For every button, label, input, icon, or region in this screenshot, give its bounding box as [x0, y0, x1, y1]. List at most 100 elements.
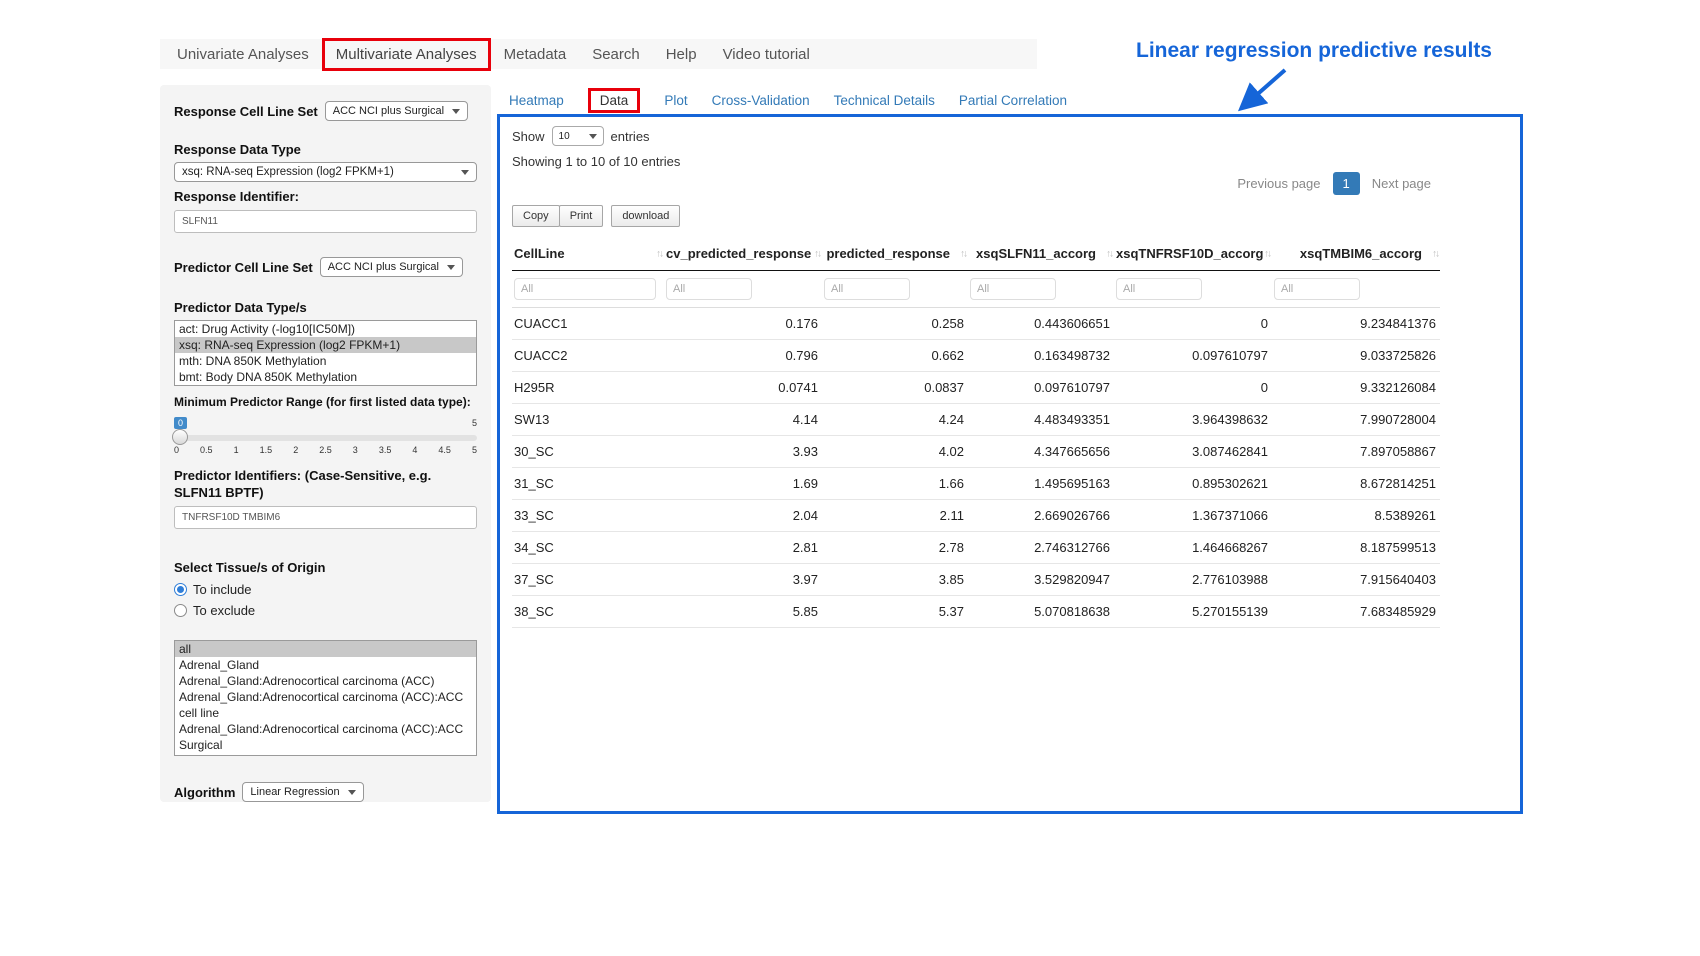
cell-value: 1.367371066 [1114, 500, 1272, 532]
result-tabs: Heatmap Data Plot Cross-Validation Technical… [497, 86, 1523, 114]
print-button[interactable]: Print [559, 205, 604, 227]
slider-tick-label: 1.5 [260, 445, 273, 455]
tab-partial-correlation[interactable]: Partial Correlation [959, 93, 1067, 108]
response-data-type-select[interactable]: xsq: RNA-seq Expression (log2 FPKM+1) [174, 162, 477, 182]
column-header-label: xsqTNFRSF10D_accorg [1116, 246, 1263, 261]
slider-handle[interactable] [172, 429, 188, 445]
column-header-label: xsqSLFN11_accorg [976, 246, 1096, 261]
predictor-identifiers-group: Predictor Identifiers: (Case-Sensitive, … [174, 467, 477, 529]
filter-input-xsqtnfrsf10d-accorg[interactable] [1116, 278, 1202, 300]
response-cell-line-set-group: Response Cell Line Set ACC NCI plus Surg… [174, 101, 477, 121]
next-page-button[interactable]: Next page [1363, 171, 1440, 196]
algorithm-select[interactable]: Linear Regression [242, 782, 363, 802]
sort-icon: ↑↓ [1264, 248, 1270, 259]
filter-input-cellline[interactable] [514, 278, 656, 300]
cell-value: 2.81 [664, 532, 822, 564]
filter-input-xsqtmbim6-accorg[interactable] [1274, 278, 1360, 300]
tab-cross-validation[interactable]: Cross-Validation [712, 93, 810, 108]
column-header-cv-predicted-response[interactable]: cv_predicted_response↑↓ [664, 237, 822, 271]
predictor-cell-line-set-label: Predictor Cell Line Set [174, 259, 313, 276]
tissue-listbox[interactable]: allAdrenal_GlandAdrenal_Gland:Adrenocort… [174, 640, 477, 756]
predictor-cell-line-set-group: Predictor Cell Line Set ACC NCI plus Sur… [174, 257, 477, 277]
response-identifier-label: Response Identifier: [174, 188, 477, 205]
slider-track[interactable] [174, 435, 477, 441]
cell-value: 7.897058867 [1272, 436, 1440, 468]
download-button[interactable]: download [611, 205, 680, 227]
tab-technical-details[interactable]: Technical Details [834, 93, 935, 108]
nav-item-help[interactable]: Help [653, 46, 710, 63]
cell-line-name: 30_SC [512, 436, 664, 468]
previous-page-button[interactable]: Previous page [1228, 171, 1329, 196]
nav-item-video-tutorial[interactable]: Video tutorial [710, 46, 823, 63]
chevron-down-icon [589, 134, 597, 139]
table-row: SW134.144.244.4834933513.9643986327.9907… [512, 404, 1440, 436]
nav-item-multivariate-analyses[interactable]: Multivariate Analyses [322, 38, 491, 71]
radio-to-exclude[interactable]: To exclude [174, 603, 477, 618]
slider-tick-label: 0.5 [200, 445, 213, 455]
table-filter-row [512, 271, 1440, 308]
slider-tick-labels: 00.511.522.533.544.55 [174, 445, 477, 455]
cell-value: 3.529820947 [968, 564, 1114, 596]
cell-value: 0 [1114, 308, 1272, 340]
table-info: Showing 1 to 10 of 10 entries [512, 154, 1440, 169]
cell-value: 9.234841376 [1272, 308, 1440, 340]
tab-plot[interactable]: Plot [664, 93, 687, 108]
cell-line-name: 37_SC [512, 564, 664, 596]
predictor-data-types-label: Predictor Data Type/s [174, 299, 477, 316]
cell-value: 3.97 [664, 564, 822, 596]
table-row: 38_SC5.855.375.0708186385.2701551397.683… [512, 596, 1440, 628]
cell-value: 0.0837 [822, 372, 968, 404]
column-header-cellline[interactable]: CellLine↑↓ [512, 237, 664, 271]
response-identifier-input[interactable] [174, 210, 477, 233]
cell-value: 0 [1114, 372, 1272, 404]
cell-value: 1.495695163 [968, 468, 1114, 500]
predictor-identifiers-input[interactable] [174, 506, 477, 529]
tissue-option[interactable]: all [175, 641, 476, 657]
predictor-data-type-option[interactable]: bmt: Body DNA 850K Methylation [175, 369, 476, 385]
predictor-data-type-option[interactable]: mth: DNA 850K Methylation [175, 353, 476, 369]
predictor-data-type-option[interactable]: act: Drug Activity (-log10[IC50M]) [175, 321, 476, 337]
cell-value: 2.11 [822, 500, 968, 532]
min-predictor-range-slider[interactable]: 0 5 00.511.522.533.544.55 [174, 417, 477, 455]
table-row: 31_SC1.691.661.4956951630.8953026218.672… [512, 468, 1440, 500]
sort-icon: ↑↓ [656, 248, 662, 259]
predictor-data-types-listbox[interactable]: act: Drug Activity (-log10[IC50M])xsq: R… [174, 320, 477, 386]
show-entries-select[interactable]: 10 [552, 126, 604, 146]
predictor-cell-line-set-select[interactable]: ACC NCI plus Surgical [320, 257, 463, 277]
tab-heatmap[interactable]: Heatmap [509, 93, 564, 108]
cell-value: 5.070818638 [968, 596, 1114, 628]
predictor-data-type-option[interactable]: xsq: RNA-seq Expression (log2 FPKM+1) [175, 337, 476, 353]
cell-value: 7.683485929 [1272, 596, 1440, 628]
min-predictor-range-label: Minimum Predictor Range (for first liste… [174, 394, 477, 411]
table-row: 33_SC2.042.112.6690267661.3673710668.538… [512, 500, 1440, 532]
chevron-down-icon [452, 109, 460, 114]
radio-to-include[interactable]: To include [174, 582, 477, 597]
cell-value: 4.24 [822, 404, 968, 436]
column-header-xsqtmbim6-accorg[interactable]: xsqTMBIM6_accorg↑↓ [1272, 237, 1440, 271]
nav-item-univariate-analyses[interactable]: Univariate Analyses [164, 46, 322, 63]
page: Univariate AnalysesMultivariate Analyses… [0, 0, 1700, 956]
filter-input-predicted-response[interactable] [824, 278, 910, 300]
sort-icon: ↑↓ [1106, 248, 1112, 259]
column-header-predicted-response[interactable]: predicted_response↑↓ [822, 237, 968, 271]
column-header-label: cv_predicted_response [666, 246, 811, 261]
column-header-xsqtnfrsf10d-accorg[interactable]: xsqTNFRSF10D_accorg↑↓ [1114, 237, 1272, 271]
response-cell-line-set-select[interactable]: ACC NCI plus Surgical [325, 101, 468, 121]
filter-input-xsqslfn11-accorg[interactable] [970, 278, 1056, 300]
tissue-option[interactable]: Adrenal_Gland:Adrenocortical carcinoma (… [175, 673, 476, 689]
nav-item-search[interactable]: Search [579, 46, 653, 63]
nav-item-metadata[interactable]: Metadata [491, 46, 580, 63]
page-number-button[interactable]: 1 [1333, 172, 1360, 195]
tissue-option[interactable]: Adrenal_Gland:Adrenocortical carcinoma (… [175, 721, 476, 753]
pagination: Previous page 1 Next page [512, 171, 1440, 196]
radio-label: To include [193, 582, 252, 597]
tissue-option[interactable]: Adrenal_Gland:Adrenocortical carcinoma (… [175, 689, 476, 721]
copy-button[interactable]: Copy [512, 205, 560, 227]
cell-value: 2.746312766 [968, 532, 1114, 564]
tab-data[interactable]: Data [588, 88, 641, 113]
tissue-option[interactable]: Adrenal_Gland [175, 657, 476, 673]
column-header-xsqslfn11-accorg[interactable]: xsqSLFN11_accorg ↑↓ [968, 237, 1114, 271]
filter-input-cv-predicted-response[interactable] [666, 278, 752, 300]
algorithm-label: Algorithm [174, 784, 235, 801]
cell-value: 3.93 [664, 436, 822, 468]
